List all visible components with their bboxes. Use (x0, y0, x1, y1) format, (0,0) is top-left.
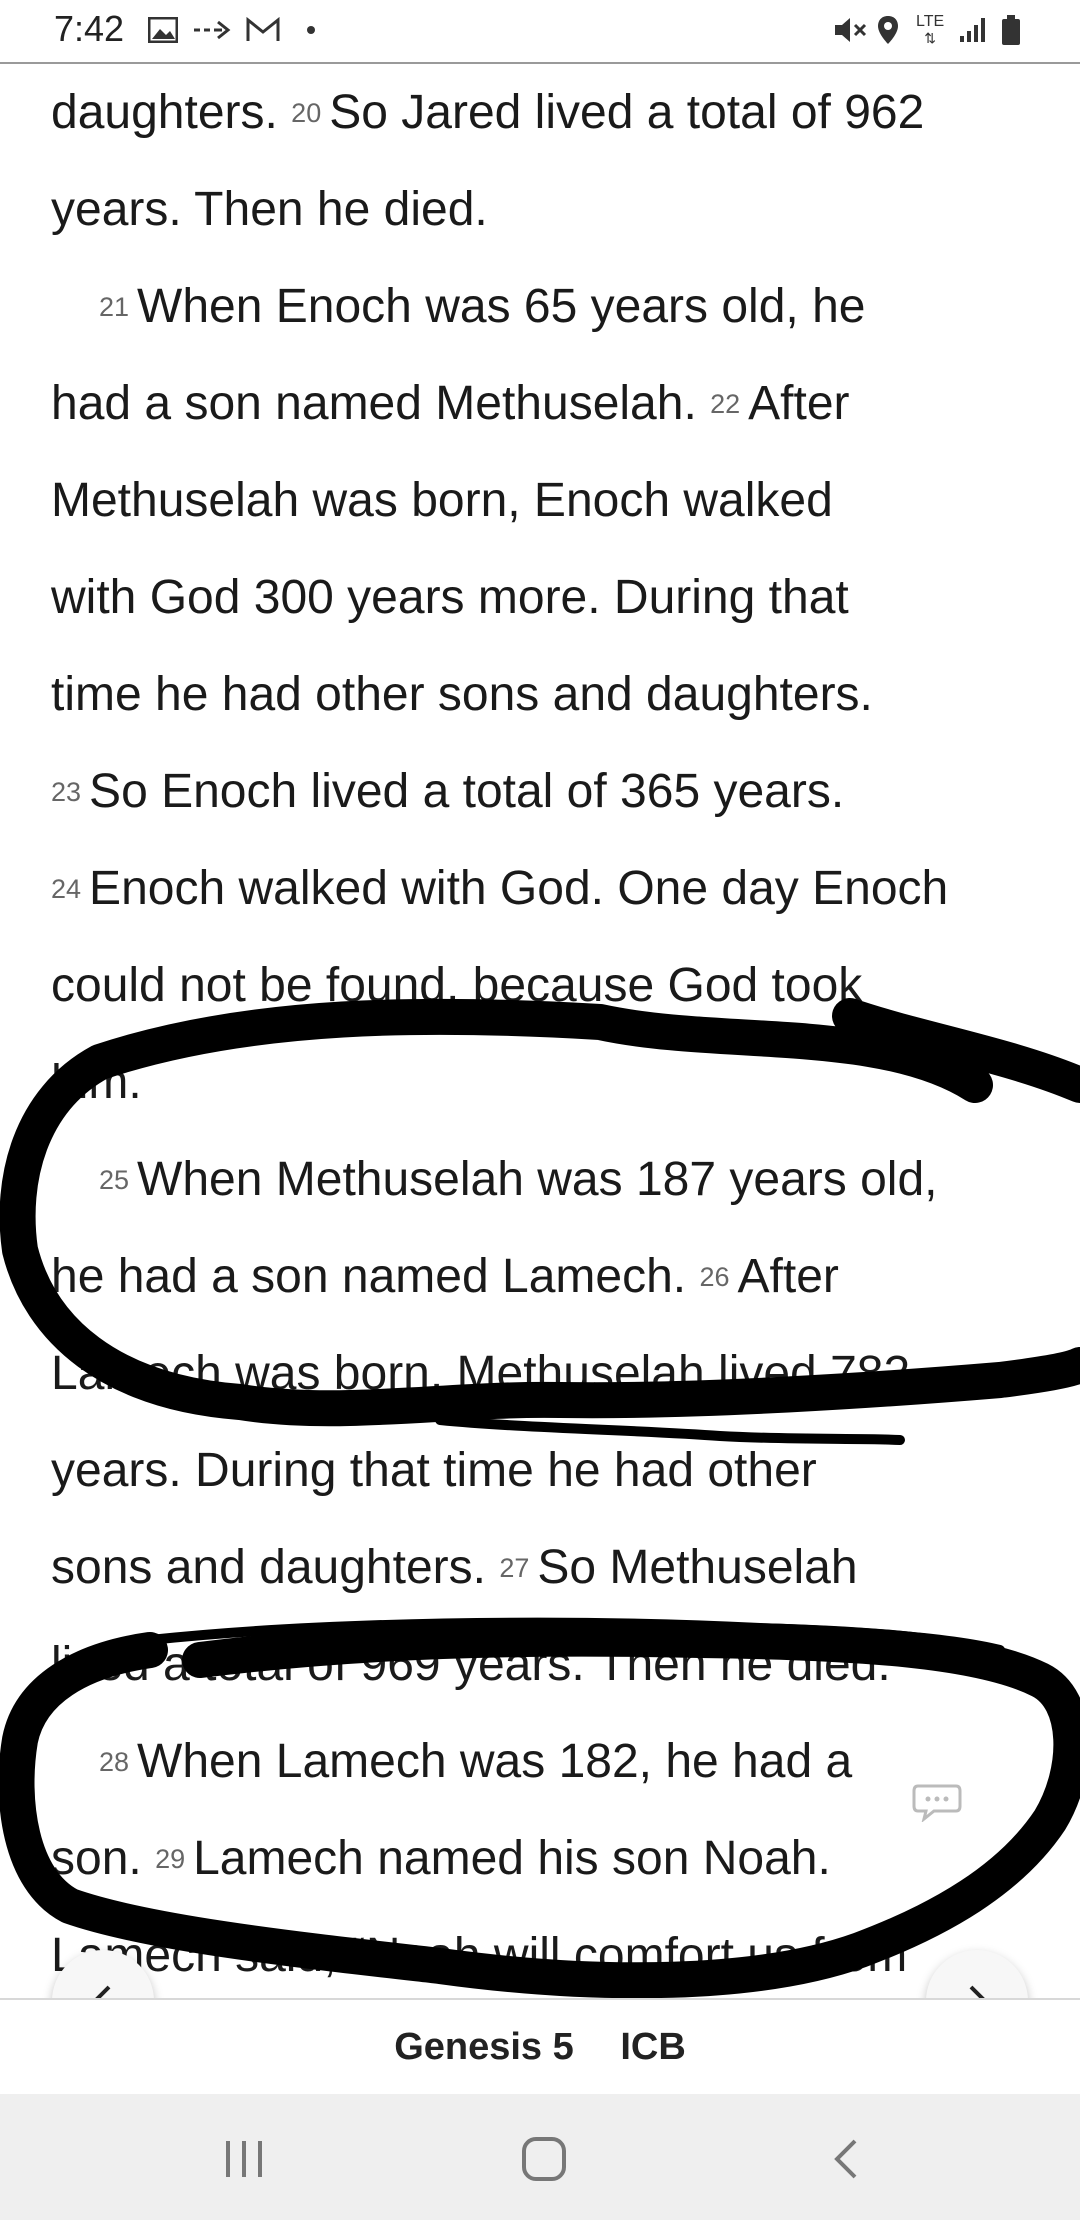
verse-text[interactable]: When Methuselah was 187 years old, (137, 1153, 937, 1206)
lte-arrows: ⇅ (924, 30, 936, 46)
verse-number[interactable]: 22 (710, 389, 740, 419)
book-chapter-button[interactable]: Genesis 5 (394, 2026, 574, 2068)
mute-icon (832, 14, 868, 46)
verse-text[interactable]: years. Then he died. (51, 183, 488, 236)
verse-number[interactable]: 20 (291, 98, 321, 128)
verse-text[interactable]: he had a son named Lamech. (51, 1250, 699, 1303)
verse-number[interactable]: 24 (51, 874, 81, 904)
verse-text[interactable]: Lamech was born, Methuselah lived 782 (51, 1347, 910, 1400)
signal-icon (958, 14, 990, 46)
verse-text[interactable]: daughters. (51, 86, 291, 139)
verse-number[interactable]: 29 (155, 1844, 185, 1874)
text-line: Lamech said, “Noah will comfort us from (51, 1907, 1051, 1998)
lte-label: LTE (916, 13, 945, 30)
verse-number[interactable]: 28 (99, 1747, 129, 1777)
verse-text[interactable]: Methuselah was born, Enoch walked (51, 474, 833, 527)
text-line: 21 When Enoch was 65 years old, he (51, 258, 1051, 355)
verse-number[interactable]: 23 (51, 777, 81, 807)
chapter-text: daughters. 20 So Jared lived a total of 9… (51, 64, 1051, 1998)
image-icon (148, 14, 178, 46)
comment-icon[interactable] (912, 1782, 962, 1822)
text-line: time he had other sons and daughters. (51, 646, 1051, 743)
text-line: years. Then he died. (51, 161, 1051, 258)
verse-text[interactable]: So Jared lived a total of 962 (329, 86, 924, 139)
text-line: years. During that time he had other (51, 1422, 1051, 1519)
verse-text[interactable]: son. (51, 1832, 155, 1885)
verse-text[interactable]: So Methuselah (537, 1541, 857, 1594)
bible-reader[interactable]: daughters. 20 So Jared lived a total of 9… (0, 64, 1080, 1998)
chapter-selector[interactable]: Genesis 5 ICB (0, 2026, 1080, 2069)
text-line: sons and daughters. 27 So Methuselah (51, 1519, 1051, 1616)
verse-text[interactable]: When Enoch was 65 years old, he (137, 280, 865, 333)
verse-text[interactable]: Lamech said, “Noah will comfort us from (51, 1929, 907, 1982)
verse-number[interactable]: 27 (499, 1553, 529, 1583)
text-line: with God 300 years more. During that (51, 549, 1051, 646)
verse-text[interactable]: time he had other sons and daughters. (51, 668, 873, 721)
battery-icon (1000, 14, 1022, 46)
status-time: 7:42 (54, 8, 125, 49)
text-line: Methuselah was born, Enoch walked (51, 452, 1051, 549)
text-line: 24 Enoch walked with God. One day Enoch (51, 840, 1051, 937)
gmail-icon (246, 14, 280, 46)
text-line: could not be found, because God took (51, 937, 1051, 1034)
chapter-bar: Genesis 5 ICB (0, 1998, 1080, 2096)
text-line: lived a total of 969 years. Then he died… (51, 1616, 1051, 1713)
text-line: had a son named Methuselah. 22 After (51, 355, 1051, 452)
home-icon[interactable] (504, 2124, 584, 2194)
verse-text[interactable]: lived a total of 969 years. Then he died… (51, 1638, 891, 1691)
verse-text[interactable]: After (748, 377, 849, 430)
verse-number[interactable]: 25 (99, 1165, 129, 1195)
verse-number[interactable]: 21 (99, 292, 129, 322)
verse-text[interactable]: After (738, 1250, 839, 1303)
verse-text[interactable]: When Lamech was 182, he had a (137, 1735, 852, 1788)
verse-text[interactable]: him. (51, 1056, 142, 1109)
dot-icon (306, 14, 316, 46)
verse-text[interactable]: could not be found, because God took (51, 959, 862, 1012)
location-icon (876, 14, 900, 46)
text-line: Lamech was born, Methuselah lived 782 (51, 1325, 1051, 1422)
text-line: son. 29 Lamech named his son Noah. (51, 1810, 1051, 1907)
recent-apps-icon[interactable] (204, 2124, 284, 2194)
forward-arrow-icon (192, 14, 232, 46)
back-icon[interactable] (806, 2124, 886, 2194)
verse-text[interactable]: with God 300 years more. During that (51, 571, 849, 624)
status-bar: 7:42 LTE ⇅ (0, 0, 1080, 64)
verse-text[interactable]: Lamech named his son Noah. (193, 1832, 831, 1885)
text-line: 23 So Enoch lived a total of 365 years. (51, 743, 1051, 840)
text-line: him. (51, 1034, 1051, 1131)
text-line: daughters. 20 So Jared lived a total of 9… (51, 64, 1051, 161)
text-line: he had a son named Lamech. 26 After (51, 1228, 1051, 1325)
version-button[interactable]: ICB (620, 2026, 685, 2068)
text-line: 28 When Lamech was 182, he had a (51, 1713, 1051, 1810)
verse-text[interactable]: had a son named Methuselah. (51, 377, 710, 430)
verse-text[interactable]: Enoch walked with God. One day Enoch (89, 862, 948, 915)
verse-text[interactable]: So Enoch lived a total of 365 years. (89, 765, 844, 818)
verse-text[interactable]: sons and daughters. (51, 1541, 499, 1594)
verse-number[interactable]: 26 (699, 1262, 729, 1292)
text-line: 25 When Methuselah was 187 years old, (51, 1131, 1051, 1228)
lte-icon: LTE ⇅ (916, 13, 945, 47)
verse-text[interactable]: years. During that time he had other (51, 1444, 817, 1497)
system-navigation-bar (0, 2094, 1080, 2220)
